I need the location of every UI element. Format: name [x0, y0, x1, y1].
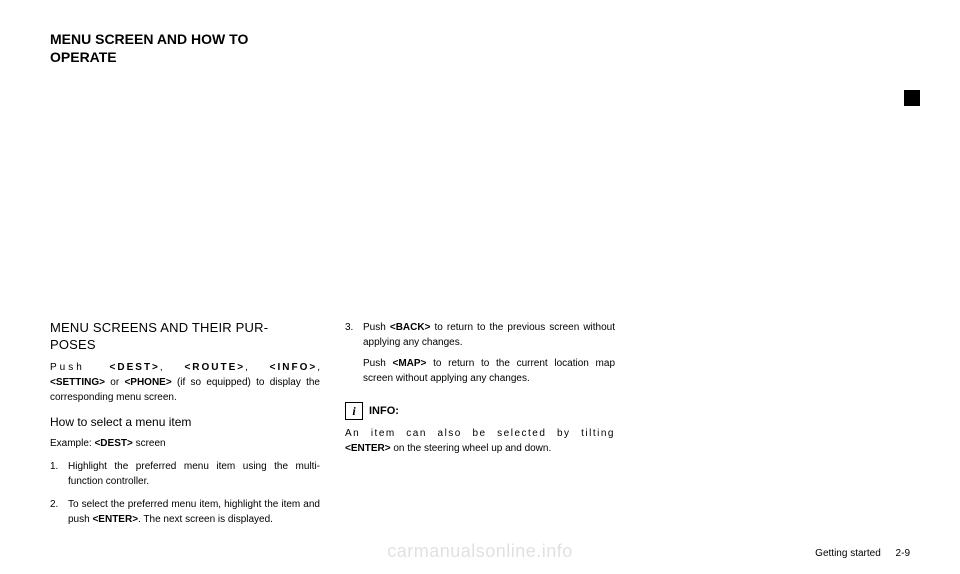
item3-para-b: Push <MAP> to return to the current loca… [363, 356, 615, 386]
info-row: i INFO: [345, 402, 615, 420]
page-footer: Getting started 2-9 [815, 548, 910, 559]
watermark: carmanualsonline.info [387, 541, 573, 562]
page-header: MENU SCREEN AND HOW TO OPERATE [50, 30, 910, 66]
header-line2: OPERATE [50, 48, 910, 66]
info-text: An item can also be selected by tilting … [345, 426, 615, 456]
button-route: <ROUTE> [184, 362, 245, 373]
text-or: or [105, 377, 124, 388]
section-title: MENU SCREENS AND THEIR PUR- POSES [50, 320, 320, 354]
list-content-1: Highlight the preferred menu item using … [68, 459, 320, 489]
item3a-pre: Push [363, 322, 390, 333]
text-comma3: , [317, 362, 320, 373]
info-text-post: on the steering wheel up and down. [391, 443, 552, 454]
header-line1: MENU SCREEN AND HOW TO [50, 30, 910, 48]
list-item-3: 3. Push <BACK> to return to the previous… [345, 320, 615, 394]
section-marker [904, 90, 920, 106]
item3b-bold: <MAP> [393, 358, 427, 369]
footer-separator [884, 548, 896, 559]
info-icon: i [345, 402, 363, 420]
item2-post: . The next screen is displayed. [138, 514, 273, 525]
push-paragraph: Push <DEST>, <ROUTE>, <INFO>, <SETTING> … [50, 360, 320, 405]
button-phone: <PHONE> [124, 377, 171, 388]
list-num-2: 2. [50, 497, 68, 527]
example-pre: Example: [50, 438, 94, 449]
footer-section: Getting started [815, 548, 881, 559]
info-label: INFO: [369, 403, 399, 420]
content-columns: MENU SCREENS AND THEIR PUR- POSES Push <… [50, 320, 910, 535]
column-left: MENU SCREENS AND THEIR PUR- POSES Push <… [50, 320, 320, 535]
button-info: <INFO> [270, 362, 318, 373]
example-line: Example: <DEST> screen [50, 436, 320, 451]
item3a-bold: <BACK> [390, 322, 431, 333]
list-item-1: 1. Highlight the preferred menu item usi… [50, 459, 320, 489]
item3-para-a: Push <BACK> to return to the previous sc… [363, 320, 615, 350]
list-num-3: 3. [345, 320, 363, 394]
example-post: screen [133, 438, 166, 449]
button-dest: <DEST> [110, 362, 160, 373]
text-comma1: , [160, 362, 185, 373]
info-text-bold: <ENTER> [345, 443, 391, 454]
list-num-1: 1. [50, 459, 68, 489]
column-middle: 3. Push <BACK> to return to the previous… [345, 320, 615, 535]
text-comma2: , [245, 362, 270, 373]
button-setting: <SETTING> [50, 377, 105, 388]
info-text-pre: An item can also be selected by tilting [345, 428, 615, 439]
item3b-pre: Push [363, 358, 393, 369]
footer-page: 2-9 [896, 548, 910, 559]
sub-heading: How to select a menu item [50, 413, 320, 431]
text-push: Push [50, 362, 110, 373]
column-right [640, 320, 910, 535]
item2-bold: <ENTER> [92, 514, 138, 525]
list-content-2: To select the preferred menu item, highl… [68, 497, 320, 527]
list-item-2: 2. To select the preferred menu item, hi… [50, 497, 320, 527]
example-bold: <DEST> [94, 438, 132, 449]
list-content-3: Push <BACK> to return to the previous sc… [363, 320, 615, 394]
